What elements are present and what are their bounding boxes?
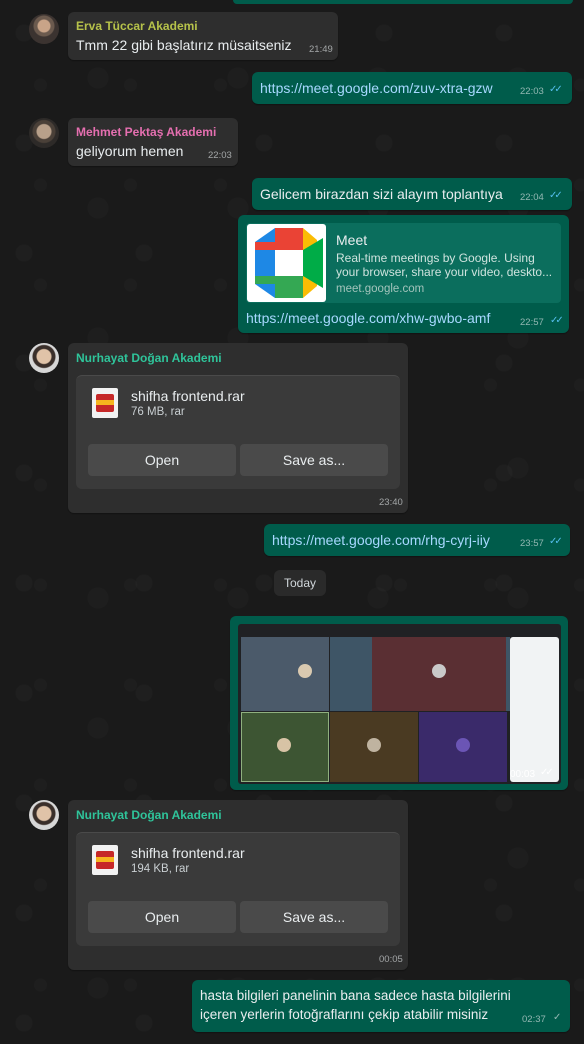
message-time: 22:03 (208, 150, 232, 161)
message-time: 22:57 (520, 317, 544, 328)
sender-name[interactable]: Mehmet Pektaş Akademi (76, 125, 216, 139)
message-text: içeren yerlerin fotoğraflarını çekip ata… (200, 1007, 489, 1022)
open-file-button[interactable]: Open (88, 901, 236, 933)
avatar-mehmet[interactable] (29, 118, 59, 148)
file-meta: 76 MB, rar (131, 406, 185, 418)
message-time: 22:04 (520, 192, 544, 203)
file-meta: 194 KB, rar (131, 863, 190, 875)
message-bubble[interactable]: https://meet.google.com/zuv-xtra-gzw 22:… (252, 72, 572, 104)
message-text: Tmm 22 gibi başlatırız müsaitseniz (76, 37, 292, 53)
file-attachment-card[interactable]: shifha frontend.rar 76 MB, rar Open Save… (76, 375, 400, 489)
message-text: hasta bilgileri panelinin bana sadece ha… (200, 988, 511, 1003)
preview-domain: meet.google.com (336, 283, 425, 295)
message-time: 21:49 (309, 44, 333, 55)
file-attachment-card[interactable]: shifha frontend.rar 194 KB, rar Open Sav… (76, 832, 400, 946)
previous-message-bubble-edge (233, 0, 573, 4)
message-text: Gelicem birazdan sizi alayım toplantıya (260, 186, 503, 202)
read-receipt-icon: ✓✓ (540, 767, 554, 778)
rar-archive-icon (92, 388, 118, 418)
sender-name[interactable]: Nurhayat Doğan Akademi (76, 351, 222, 365)
sender-name[interactable]: Nurhayat Doğan Akademi (76, 808, 222, 822)
message-bubble[interactable]: Nurhayat Doğan Akademi shifha frontend.r… (68, 800, 408, 970)
preview-description: your browser, share your video, deskto..… (336, 265, 553, 279)
image-time: 00:03 (510, 769, 536, 780)
message-time: 23:40 (379, 497, 403, 508)
message-link[interactable]: https://meet.google.com/zuv-xtra-gzw (260, 80, 493, 96)
read-receipt-icon: ✓✓ (549, 84, 563, 95)
sender-name[interactable]: Erva Tüccar Akademi (76, 19, 198, 33)
message-time: 00:05 (379, 954, 403, 965)
message-time: 22:03 (520, 86, 544, 97)
rar-archive-icon (92, 845, 118, 875)
avatar-erva[interactable] (29, 14, 59, 44)
message-bubble[interactable]: Nurhayat Doğan Akademi shifha frontend.r… (68, 343, 408, 513)
preview-title: Meet (336, 232, 368, 248)
message-bubble[interactable]: hasta bilgileri panelinin bana sadece ha… (192, 980, 570, 1032)
avatar-nurhayat[interactable] (29, 800, 59, 830)
file-name: shifha frontend.rar (131, 845, 245, 861)
sent-check-icon: ✓ (553, 1012, 562, 1023)
preview-description: Real-time meetings by Google. Using (336, 251, 535, 265)
image-message-bubble[interactable]: 00:03 ✓✓ (230, 616, 568, 790)
read-receipt-icon: ✓✓ (549, 190, 563, 201)
message-link[interactable]: https://meet.google.com/xhw-gwbo-amf (246, 310, 490, 326)
message-time: 23:57 (520, 538, 544, 549)
open-file-button[interactable]: Open (88, 444, 236, 476)
message-bubble[interactable]: Mehmet Pektaş Akademi geliyorum hemen 22… (68, 118, 238, 166)
save-as-button[interactable]: Save as... (240, 901, 388, 933)
avatar-nurhayat[interactable] (29, 343, 59, 373)
message-link[interactable]: https://meet.google.com/rhg-cyrj-iiy (272, 532, 490, 548)
file-name: shifha frontend.rar (131, 388, 245, 404)
google-meet-logo-icon (247, 224, 326, 302)
link-preview-card[interactable]: Meet Real-time meetings by Google. Using… (246, 223, 561, 303)
message-text: geliyorum hemen (76, 143, 184, 159)
meeting-screenshot-image[interactable]: 00:03 ✓✓ (238, 624, 561, 784)
read-receipt-icon: ✓✓ (549, 536, 563, 547)
message-bubble[interactable]: Gelicem birazdan sizi alayım toplantıya … (252, 178, 572, 210)
message-bubble[interactable]: Erva Tüccar Akademi Tmm 22 gibi başlatır… (68, 12, 338, 60)
read-receipt-icon: ✓✓ (550, 315, 564, 326)
message-bubble[interactable]: https://meet.google.com/rhg-cyrj-iiy 23:… (264, 524, 570, 556)
save-as-button[interactable]: Save as... (240, 444, 388, 476)
day-divider: Today (274, 570, 326, 596)
message-time: 02:37 (522, 1014, 546, 1025)
